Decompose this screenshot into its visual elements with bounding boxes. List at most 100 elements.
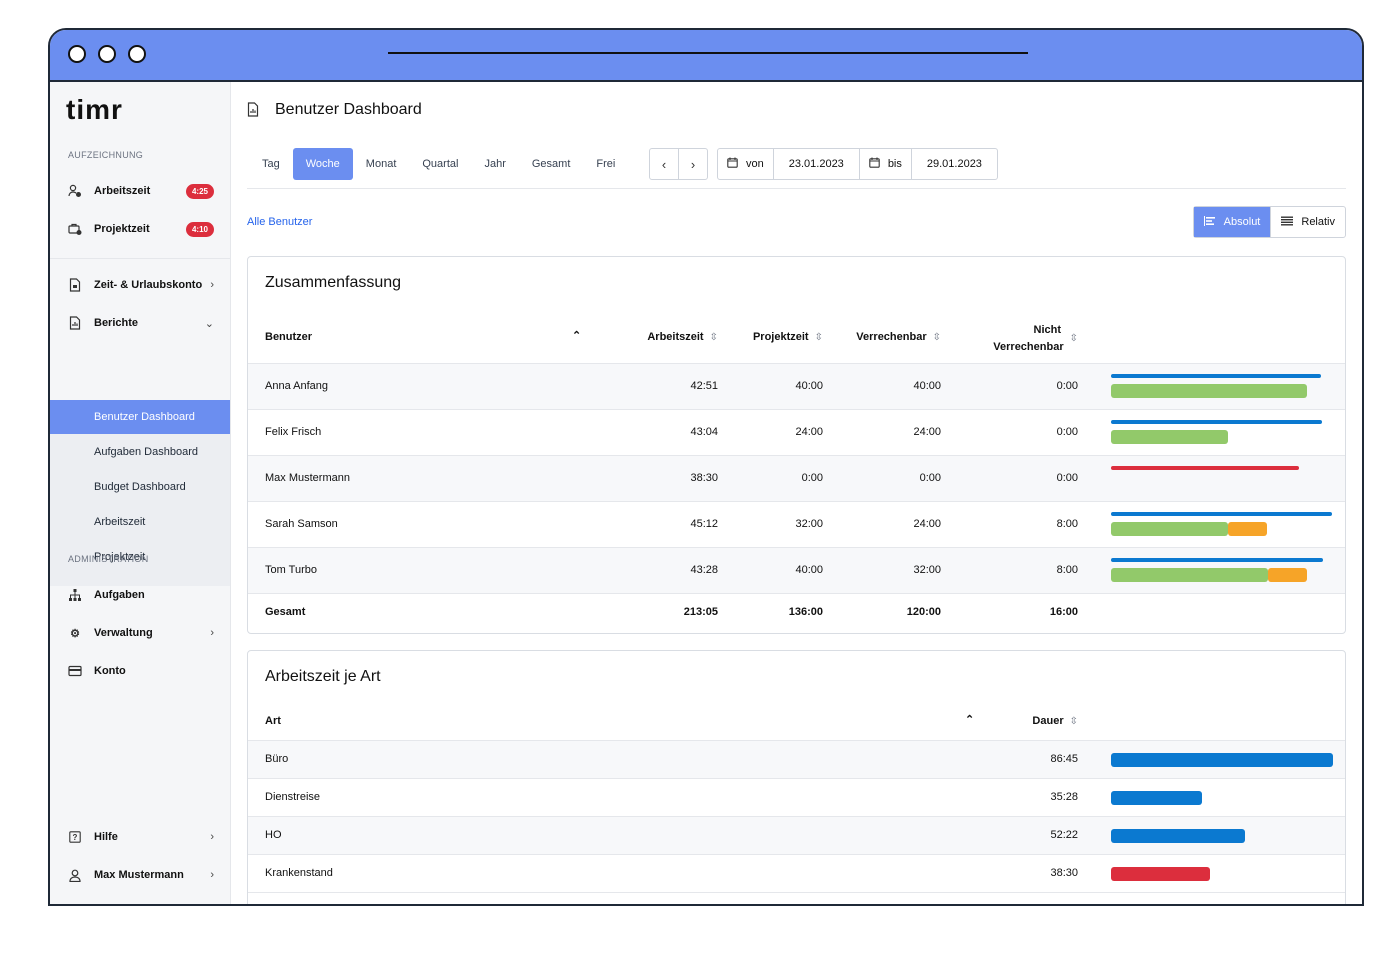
total-projektzeit: 136:00 (788, 606, 823, 618)
user-name: Felix Frisch (265, 426, 322, 438)
tab-gesamt[interactable]: Gesamt (519, 148, 584, 180)
table-row[interactable]: Dienstreise 35:28 (248, 778, 1345, 817)
header-divider (247, 188, 1346, 189)
table-row[interactable]: Tom Turbo 43:28 40:00 32:00 8:00 (248, 547, 1345, 594)
time-bar-red (1111, 466, 1299, 470)
sort-asc-icon[interactable]: ⌃ (572, 329, 581, 342)
address-bar[interactable] (388, 52, 1028, 54)
dauer-value: 38:30 (1050, 867, 1078, 879)
tab-monat[interactable]: Monat (353, 148, 410, 180)
running-time-badge: 4:10 (185, 221, 214, 237)
header-label: Benutzer (265, 331, 313, 343)
logo-text: timr (66, 94, 123, 125)
total-label: Gesamt (265, 606, 306, 618)
sidebar-subitem-aufgaben-dashboard[interactable]: Aufgaben Dashboard (50, 435, 230, 469)
calendar-icon (727, 157, 738, 171)
previous-period-button[interactable]: ‹ (650, 149, 678, 179)
verrechenbar-value: 24:00 (913, 518, 941, 530)
nicht-verrechenbar-value: 8:00 (1056, 518, 1078, 530)
sidebar-item-verwaltung[interactable]: ⚙ Verwaltung › (50, 616, 230, 650)
user-name: Sarah Samson (265, 518, 338, 530)
verrechenbar-value: 24:00 (913, 426, 941, 438)
sidebar-item-aufgaben[interactable]: Aufgaben (50, 578, 230, 612)
projektzeit-value: 40:00 (795, 380, 823, 392)
relative-view-button[interactable]: Relativ (1270, 207, 1345, 237)
column-header-art[interactable]: Art (265, 715, 281, 727)
sidebar-subitem-arbeitszeit[interactable]: Arbeitszeit (50, 505, 230, 539)
total-verrechenbar: 120:00 (906, 606, 941, 618)
sidebar-item-projektzeit[interactable]: Projektzeit 4:10 (50, 212, 230, 246)
table-row[interactable]: Sarah Samson 45:12 32:00 24:00 8:00 (248, 501, 1345, 548)
column-header-arbeitszeit[interactable]: Arbeitszeit ⇳ (618, 331, 718, 343)
art-name: Krankenstand (265, 867, 333, 879)
nicht-verrechenbar-value: 8:00 (1056, 564, 1078, 576)
chevron-right-icon: › (210, 831, 214, 843)
table-row[interactable]: HO 52:22 (248, 816, 1345, 855)
sidebar-item-label: Hilfe (94, 831, 118, 843)
chevron-right-icon: › (210, 869, 214, 881)
table-row[interactable]: Felix Frisch 43:04 24:00 24:00 0:00 (248, 409, 1345, 456)
sort-icon: ⇳ (932, 332, 941, 343)
tab-woche[interactable]: Woche (292, 148, 353, 180)
app-logo[interactable]: timr (66, 94, 123, 126)
help-icon: ? (68, 830, 82, 844)
art-name: Büro (265, 753, 289, 765)
column-header-dauer[interactable]: Dauer ⇳ (968, 715, 1078, 727)
user-icon (68, 868, 82, 882)
column-header-projektzeit[interactable]: Projektzeit ⇳ (723, 331, 823, 343)
running-time-badge: 4:25 (185, 183, 214, 199)
total-arbeitszeit: 213:05 (683, 606, 718, 618)
window-close-dot[interactable] (68, 45, 86, 63)
arbeitszeit-value: 43:04 (690, 426, 718, 438)
from-date-field[interactable]: 23.01.2023 (772, 149, 859, 179)
time-bar-blue (1111, 512, 1332, 516)
column-header-verrechenbar[interactable]: Verrechenbar ⇳ (831, 331, 941, 343)
table-row[interactable]: Büro 86:45 (248, 740, 1345, 779)
table-row (248, 892, 1345, 904)
header-label: Verrechenbar (856, 331, 927, 343)
tab-jahr[interactable]: Jahr (471, 148, 518, 180)
tab-quartal[interactable]: Quartal (409, 148, 471, 180)
column-header-user[interactable]: Benutzer (265, 331, 312, 343)
chevron-left-icon: ‹ (661, 156, 667, 172)
sidebar-item-hilfe[interactable]: ? Hilfe › (50, 820, 230, 854)
time-bar-green (1111, 568, 1268, 582)
sidebar-item-label: Max Mustermann (94, 869, 184, 881)
to-date-label[interactable]: bis (858, 149, 911, 179)
to-date-field[interactable]: 29.01.2023 (910, 149, 997, 179)
time-bar-blue (1111, 374, 1321, 378)
sidebar-item-user[interactable]: Max Mustermann › (50, 858, 230, 892)
sidebar-item-label: Arbeitszeit (94, 185, 151, 197)
list-icon (1281, 216, 1294, 229)
column-header-nicht-verrechenbar[interactable]: Nicht Verrechenbar ⇳ (968, 322, 1078, 356)
window-maximize-dot[interactable] (128, 45, 146, 63)
table-row[interactable]: Anna Anfang 42:51 40:00 40:00 0:00 (248, 363, 1345, 410)
section-label-recording: AUFZEICHNUNG (68, 150, 144, 160)
window-minimize-dot[interactable] (98, 45, 116, 63)
from-date-label[interactable]: von (718, 149, 773, 179)
table-row[interactable]: Max Mustermann 38:30 0:00 0:00 0:00 (248, 455, 1345, 502)
time-bar-blue (1111, 558, 1323, 562)
time-bar-green (1111, 384, 1307, 398)
table-row[interactable]: Krankenstand 38:30 (248, 854, 1345, 893)
sidebar-subitem-budget-dashboard[interactable]: Budget Dashboard (50, 470, 230, 504)
sidebar-item-zeitkonto[interactable]: Zeit- & Urlaubskonto › (50, 268, 230, 302)
chevron-right-icon: › (690, 156, 696, 172)
sidebar-item-konto[interactable]: Konto (50, 654, 230, 688)
tab-tag[interactable]: Tag (249, 148, 293, 180)
sidebar-item-label: Konto (94, 665, 126, 677)
duration-bar-blue (1111, 753, 1333, 767)
report-icon (68, 316, 82, 330)
sidebar-item-berichte[interactable]: Berichte ⌄ (50, 306, 230, 340)
calendar-icon (869, 157, 880, 171)
sidebar-subitem-benutzer-dashboard[interactable]: Benutzer Dashboard (50, 400, 230, 434)
tab-frei[interactable]: Frei (583, 148, 628, 180)
sidebar-item-arbeitszeit[interactable]: Arbeitszeit 4:25 (50, 174, 230, 208)
total-row: Gesamt 213:05 136:00 120:00 16:00 (248, 593, 1345, 632)
absolute-view-button[interactable]: Absolut (1193, 207, 1271, 237)
duration-bar-blue (1111, 829, 1245, 843)
projektzeit-value: 40:00 (795, 564, 823, 576)
sidebar-item-label: Aufgaben (94, 589, 145, 601)
next-period-button[interactable]: › (678, 149, 707, 179)
all-users-link[interactable]: Alle Benutzer (247, 216, 312, 228)
